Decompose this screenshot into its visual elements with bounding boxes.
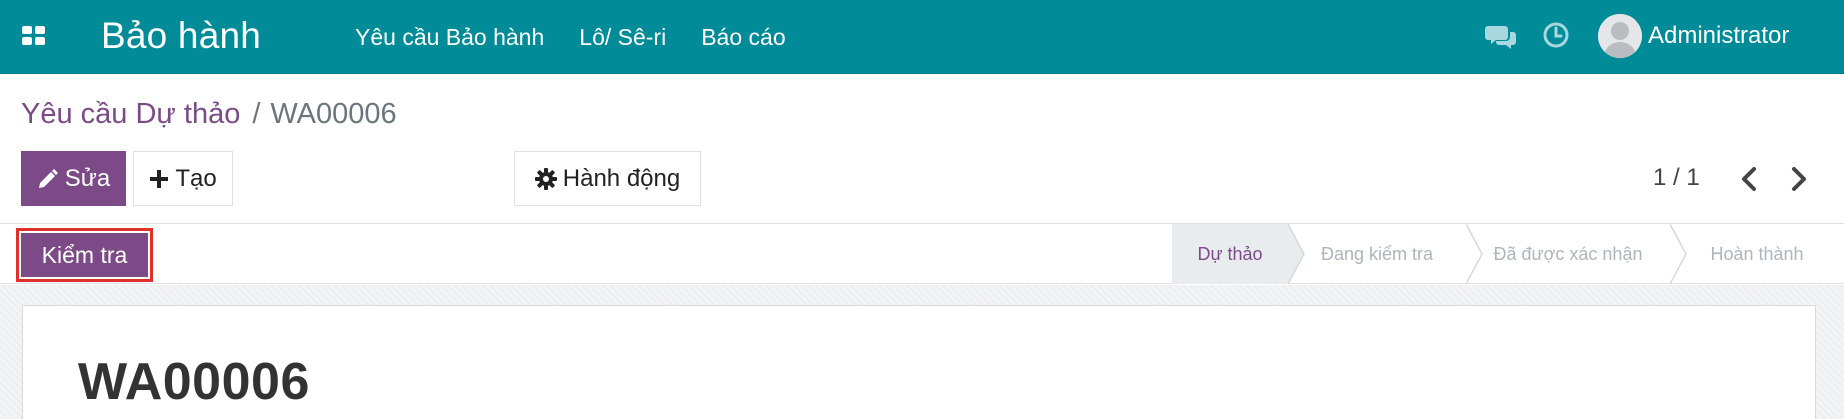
stage-arrow-icon	[1288, 224, 1305, 284]
stage-arrow-icon	[1466, 224, 1483, 284]
breadcrumb: Yêu cầu Dự thảo / WA00006	[21, 96, 397, 132]
pencil-icon	[38, 168, 58, 188]
main-menu: Yêu cầu Bảo hành Lô/ Sê-ri Báo cáo	[355, 22, 821, 52]
stage-pipeline: Dự thảo Đang kiểm tra Đã được xác nhận H…	[1172, 224, 1844, 284]
user-menu[interactable]: Administrator	[1598, 13, 1789, 59]
action-button-label: Hành động	[562, 165, 681, 192]
record-title: WA00006	[78, 353, 310, 411]
create-button[interactable]: Tạo	[133, 151, 233, 206]
avatar	[1598, 14, 1642, 58]
clock-icon[interactable]	[1542, 21, 1570, 49]
apps-grid-icon[interactable]	[22, 26, 46, 46]
app-title[interactable]: Bảo hành	[101, 14, 261, 58]
gear-icon	[534, 167, 557, 190]
stage-confirmed[interactable]: Đã được xác nhận	[1466, 224, 1670, 284]
create-button-label: Tạo	[175, 165, 217, 192]
check-button[interactable]: Kiểm tra	[21, 233, 148, 277]
chevron-left-icon[interactable]	[1738, 166, 1760, 192]
menu-item-warranty-requests[interactable]: Yêu cầu Bảo hành	[355, 22, 544, 52]
stage-arrow-icon	[1670, 224, 1687, 284]
chevron-right-icon[interactable]	[1788, 166, 1810, 192]
menu-item-reports[interactable]: Báo cáo	[701, 22, 785, 52]
edit-button[interactable]: Sửa	[21, 151, 126, 206]
plus-icon	[150, 169, 169, 188]
stage-done[interactable]: Hoàn thành	[1670, 224, 1844, 284]
top-navbar: Bảo hành Yêu cầu Bảo hành Lô/ Sê-ri Báo …	[0, 0, 1844, 74]
pager-value[interactable]: 1 / 1	[1653, 163, 1700, 193]
stage-checking[interactable]: Đang kiểm tra	[1288, 224, 1466, 284]
chat-icon[interactable]	[1485, 24, 1517, 50]
user-name: Administrator	[1648, 22, 1790, 49]
breadcrumb-parent[interactable]: Yêu cầu Dự thảo	[21, 98, 240, 130]
action-button[interactable]: Hành động	[514, 151, 701, 206]
breadcrumb-separator: /	[252, 98, 261, 130]
menu-item-lots-serials[interactable]: Lô/ Sê-ri	[579, 22, 666, 52]
breadcrumb-current: WA00006	[270, 98, 397, 130]
edit-button-label: Sửa	[64, 165, 111, 192]
stage-draft[interactable]: Dự thảo	[1172, 224, 1288, 284]
